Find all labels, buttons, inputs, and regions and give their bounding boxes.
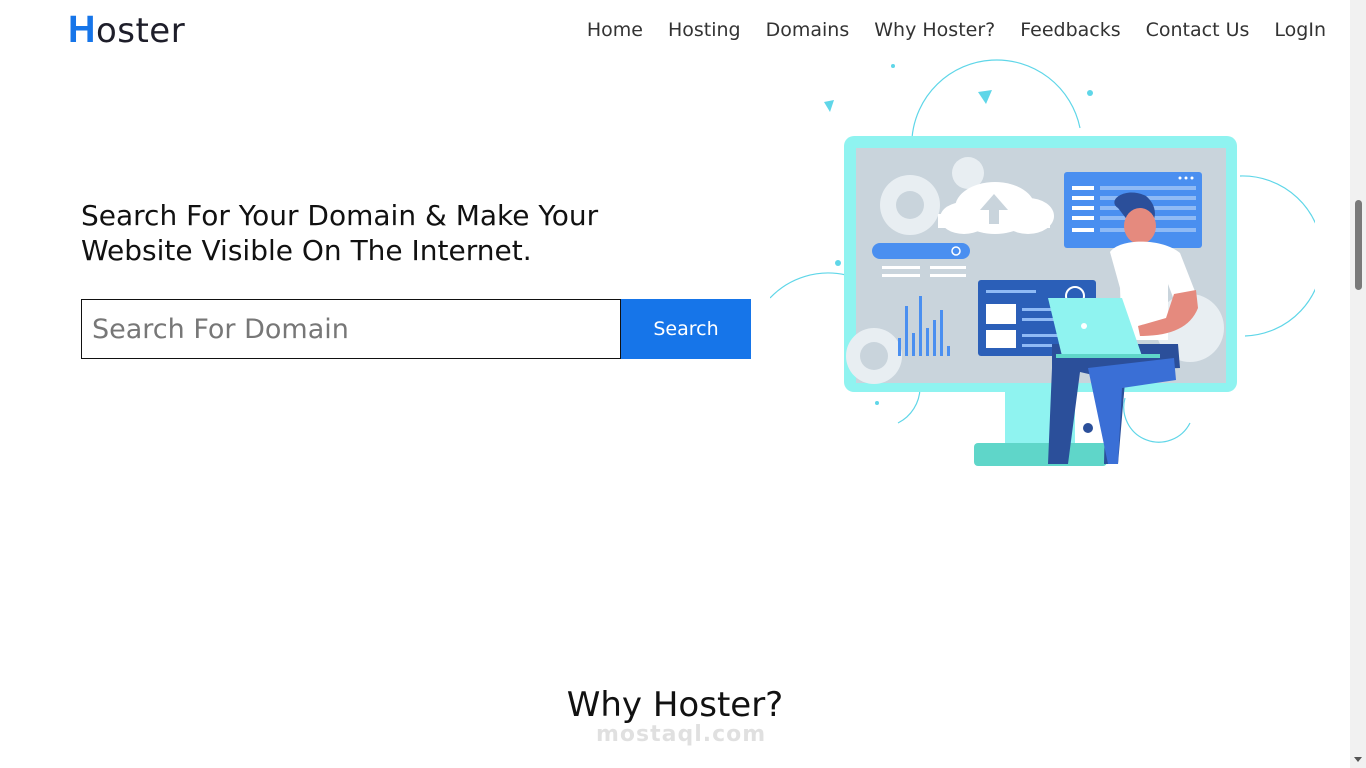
hero-title: Search For Your Domain & Make Your Websi… <box>81 199 599 267</box>
search-button[interactable]: Search <box>621 299 751 359</box>
nav-link-home[interactable]: Home <box>587 17 643 43</box>
scroll-down-arrow-icon[interactable] <box>1354 757 1362 762</box>
why-hoster-heading: Why Hoster? <box>566 685 784 725</box>
domain-search-form: Search <box>81 299 751 359</box>
scrollbar-thumb[interactable] <box>1355 200 1362 290</box>
brand-name: oster <box>95 11 186 51</box>
watermark: mostaql.com <box>596 722 767 747</box>
nav-link-hosting[interactable]: Hosting <box>668 17 741 43</box>
brand-initial: H <box>68 9 96 51</box>
page-scrollbar[interactable] <box>1350 0 1366 768</box>
domain-search-input[interactable] <box>81 299 621 359</box>
brand-logo[interactable]: Hoster <box>68 8 185 53</box>
foot-detail <box>1083 423 1093 433</box>
hero-illustration <box>770 59 1315 466</box>
